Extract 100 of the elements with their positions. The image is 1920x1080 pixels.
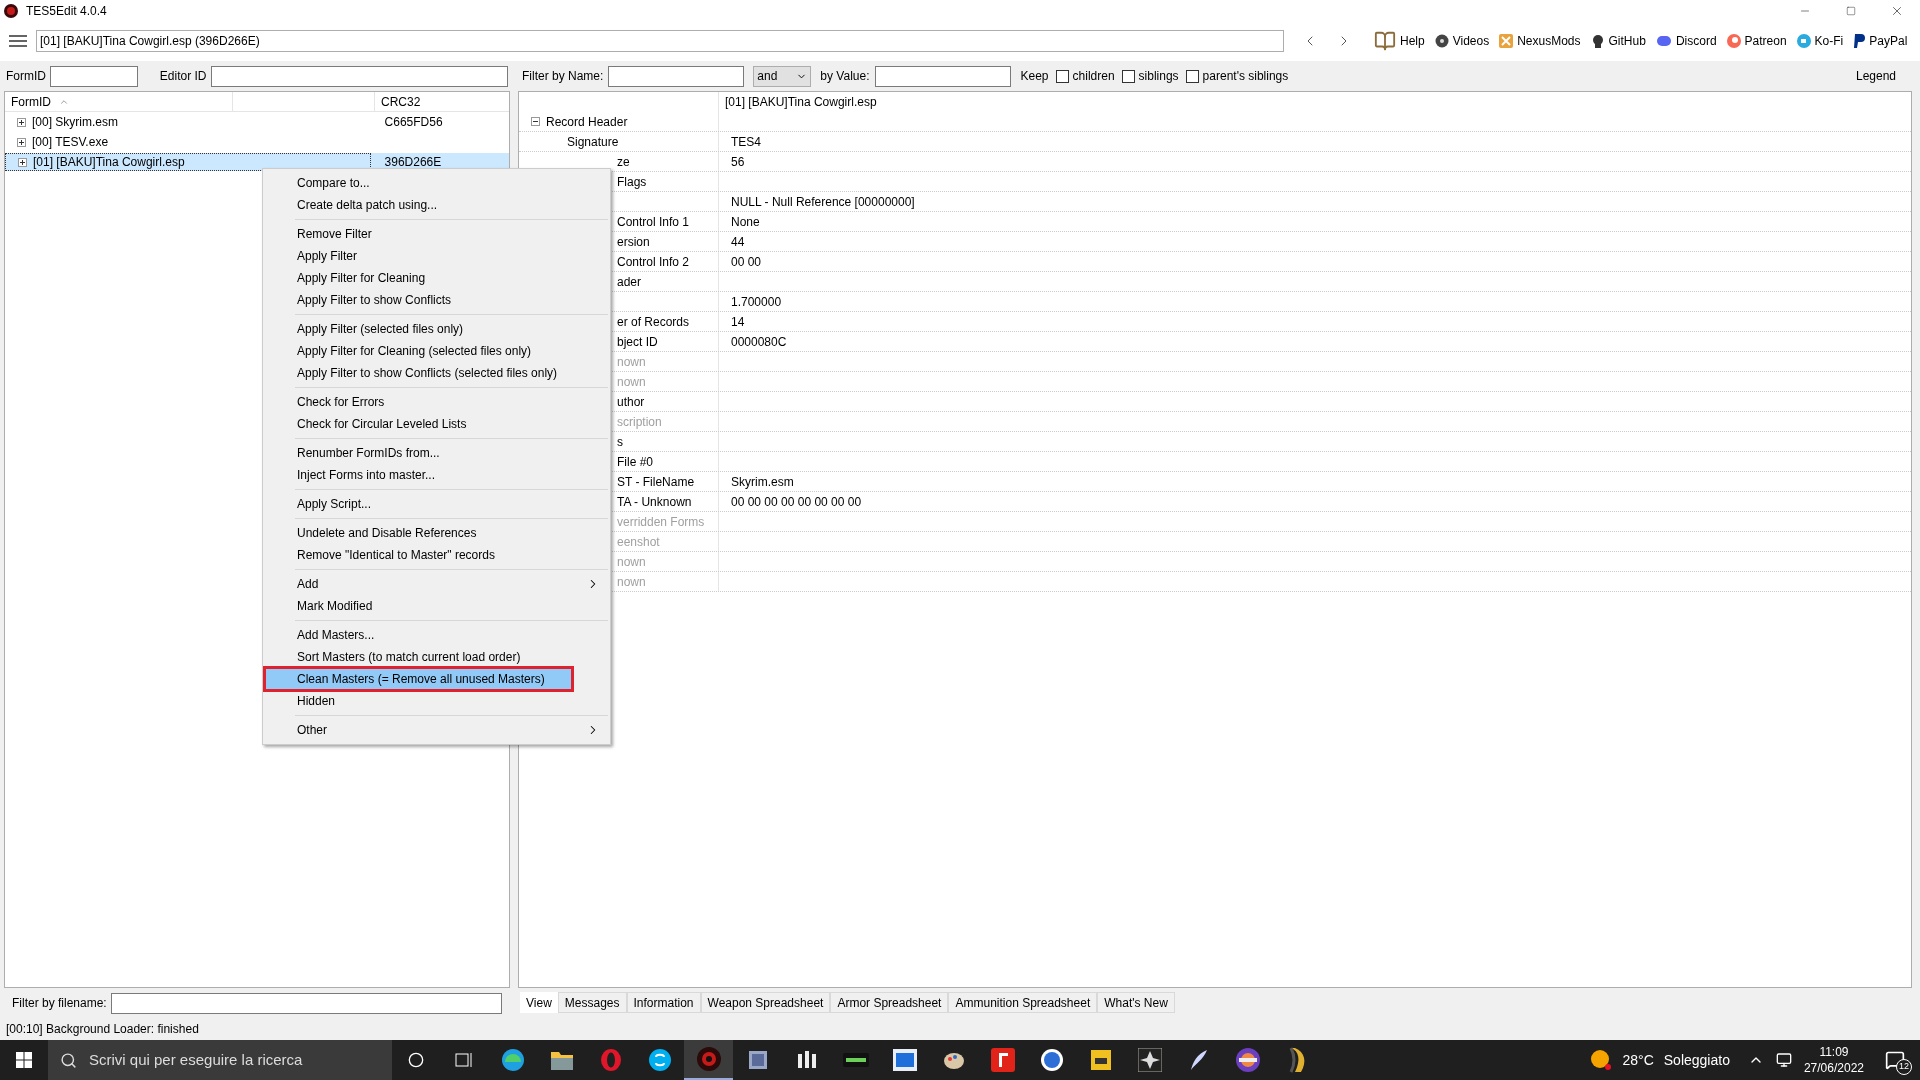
status-text: [00:10] Background Loader: finished xyxy=(6,1021,199,1038)
record-value: 1.700000 xyxy=(730,293,782,311)
record-label: nown xyxy=(617,373,646,391)
toolbar-link[interactable]: Ko-Fi xyxy=(1796,32,1844,50)
editorid-field[interactable] xyxy=(210,65,508,87)
toolbar-link[interactable]: Videos xyxy=(1434,32,1490,50)
dark-badge-icon[interactable] xyxy=(842,1053,869,1067)
record-label: Signature xyxy=(567,133,619,151)
formid-field[interactable] xyxy=(50,65,138,87)
ring-icon[interactable] xyxy=(598,1048,623,1072)
value-filter-field[interactable] xyxy=(874,65,1011,87)
record-label: bject ID xyxy=(617,333,658,351)
checkbox-label: parent's siblings xyxy=(1202,68,1289,85)
record-value: None xyxy=(730,213,760,231)
menu-item[interactable]: Check for Errors xyxy=(265,391,608,413)
record-value: 0000080C xyxy=(730,333,787,351)
tab[interactable]: Information xyxy=(626,992,701,1013)
search-icon xyxy=(60,1051,77,1069)
taskbar-app[interactable] xyxy=(684,1040,733,1080)
field-label: Filter by Name: xyxy=(522,68,604,85)
menu-item[interactable]: Apply Filter for Cleaning xyxy=(265,267,608,289)
toolbar-link[interactable]: Help xyxy=(1374,30,1425,52)
toolbar-link[interactable]: NexusMods xyxy=(1499,32,1581,50)
record-value: Skyrim.esm xyxy=(730,473,794,491)
toolbar-link[interactable]: Discord xyxy=(1655,32,1717,50)
record-label: eenshot xyxy=(617,533,660,551)
windows-logo-icon xyxy=(16,1052,32,1068)
menu-item[interactable]: Remove Filter xyxy=(265,223,608,245)
window-title: TES5Edit 4.0.4 xyxy=(26,2,107,20)
record-label: File #0 xyxy=(617,453,654,471)
column-header[interactable]: CRC32 xyxy=(375,92,427,111)
colour-globe-icon[interactable] xyxy=(1234,1047,1261,1073)
checkbox[interactable] xyxy=(1121,69,1135,83)
menu-item[interactable]: Mark Modified xyxy=(265,595,608,617)
menu-icon xyxy=(9,35,27,47)
menu-item[interactable]: Remove "Identical to Master" records xyxy=(265,544,608,566)
round-s-icon[interactable] xyxy=(647,1048,672,1072)
menu-item[interactable]: Apply Filter for Cleaning (selected files only) xyxy=(265,340,608,362)
menu-item[interactable]: Apply Script... xyxy=(265,493,608,515)
tree-row[interactable]: [00] Skyrim.esm xyxy=(5,113,371,131)
sun-icon xyxy=(1590,1049,1613,1071)
menu-item[interactable]: Sort Masters (to match current load order) xyxy=(265,646,608,668)
menu-item[interactable]: Compare to... xyxy=(265,172,608,194)
column-header[interactable]: FormID xyxy=(5,92,233,111)
menu-item[interactable]: Renumber FormIDs from... xyxy=(265,442,608,464)
menu-item[interactable]: Other xyxy=(265,719,608,741)
menu-item[interactable]: Apply Filter xyxy=(265,245,608,267)
restore-icon xyxy=(1846,5,1856,16)
tab[interactable]: Weapon Spreadsheet xyxy=(700,992,831,1013)
menu-item[interactable]: Apply Filter (selected files only) xyxy=(265,318,608,340)
clock-date: 27/06/2022 xyxy=(1803,1060,1864,1076)
collapse-icon[interactable] xyxy=(531,117,540,126)
checkbox[interactable] xyxy=(1055,69,1069,83)
notifications-button[interactable]: 12 xyxy=(1880,1045,1910,1075)
legend-link[interactable]: Legend xyxy=(1855,67,1896,85)
tab[interactable]: Messages xyxy=(557,992,627,1013)
tab[interactable]: Armor Spreadsheet xyxy=(830,992,949,1013)
menu-item[interactable]: Inject Forms into master... xyxy=(265,464,608,486)
record-label: ersion xyxy=(617,233,650,251)
checkbox[interactable] xyxy=(1185,69,1199,83)
menu-item[interactable]: Add xyxy=(265,573,608,595)
weather-text: Soleggiato xyxy=(1663,1050,1730,1070)
field-label: Filter by filename: xyxy=(12,995,107,1012)
record-value: 00 00 00 00 00 00 00 00 xyxy=(730,493,862,511)
tab[interactable]: What's New xyxy=(1097,992,1175,1013)
menu-item[interactable]: Clean Masters (= Remove all unused Masters) xyxy=(265,668,572,690)
window-icon[interactable] xyxy=(892,1049,917,1071)
operator-dropdown[interactable]: and xyxy=(753,65,812,87)
toolbar-link[interactable]: Patreon xyxy=(1726,32,1787,50)
menu-item[interactable]: Check for Circular Leveled Lists xyxy=(265,413,608,435)
letter-tile-icon[interactable] xyxy=(990,1048,1015,1072)
taskbar-search-field[interactable]: Scrivi qui per eseguire la ricerca xyxy=(48,1040,392,1080)
circle-icon xyxy=(408,1052,424,1068)
name-filter-field[interactable] xyxy=(608,65,745,87)
menu-item[interactable]: Hidden xyxy=(265,690,608,712)
filename-filter-field[interactable] xyxy=(110,992,502,1014)
toolbar-link[interactable]: GitHub xyxy=(1590,32,1646,50)
expand-icon[interactable] xyxy=(17,117,26,127)
round-badge-icon[interactable] xyxy=(1039,1048,1064,1072)
tree-row[interactable]: [00] TESV.exe xyxy=(5,133,375,151)
folder-icon[interactable] xyxy=(549,1049,574,1071)
menu-item[interactable]: Apply Filter to show Conflicts (selected files only) xyxy=(265,362,608,384)
menu-item[interactable]: Add Masters... xyxy=(265,624,608,646)
expand-icon[interactable] xyxy=(18,157,27,167)
menu-item[interactable]: Create delta patch using... xyxy=(265,194,608,216)
wave-circle-icon[interactable] xyxy=(500,1048,525,1072)
star-tile-icon[interactable] xyxy=(1137,1048,1162,1072)
record-label: Record Header xyxy=(546,113,628,131)
menu-item[interactable]: Apply Filter to show Conflicts xyxy=(265,289,608,311)
expand-icon[interactable] xyxy=(17,137,26,147)
tree-row[interactable]: [01] [BAKU]Tina Cowgirl.esp xyxy=(5,153,371,171)
field-label: FormID xyxy=(6,68,46,85)
note-icon[interactable] xyxy=(1088,1048,1113,1072)
network-icon[interactable] xyxy=(1775,1052,1792,1068)
tab[interactable]: View xyxy=(520,992,558,1013)
toolbar-link[interactable]: PayPal xyxy=(1853,32,1908,50)
clock-time: 11:09 xyxy=(1819,1044,1849,1060)
record-value: 14 xyxy=(730,313,745,331)
menu-item[interactable]: Undelete and Disable References xyxy=(265,522,608,544)
tab[interactable]: Ammunition Spreadsheet xyxy=(948,992,1098,1013)
